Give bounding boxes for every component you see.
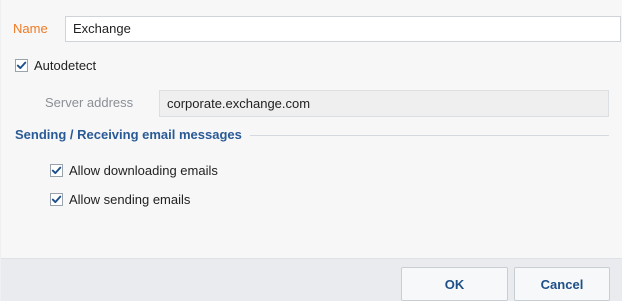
name-label: Name	[13, 21, 48, 36]
allow-downloading-label: Allow downloading emails	[69, 162, 218, 178]
section-title: Sending / Receiving email messages	[15, 126, 242, 142]
name-input[interactable]: Exchange	[65, 16, 621, 42]
server-address-input[interactable]: corporate.exchange.com	[159, 90, 609, 117]
allow-sending-checkbox[interactable]	[50, 192, 63, 206]
allow-downloading-row[interactable]: Allow downloading emails	[50, 160, 218, 180]
cancel-button[interactable]: Cancel	[514, 267, 610, 301]
mailbox-settings-dialog: Name Exchange Autodetect Server address …	[0, 0, 622, 301]
dialog-content: Name Exchange Autodetect Server address …	[1, 0, 622, 258]
allow-sending-label: Allow sending emails	[69, 191, 191, 207]
ok-button[interactable]: OK	[401, 267, 508, 301]
section-header: Sending / Receiving email messages	[15, 124, 609, 144]
dialog-footer: OK Cancel	[1, 258, 622, 301]
checkmark-icon	[51, 195, 62, 203]
autodetect-row[interactable]: Autodetect	[15, 55, 96, 75]
allow-sending-row[interactable]: Allow sending emails	[50, 189, 190, 209]
section-divider	[249, 134, 609, 136]
name-row: Name Exchange	[13, 16, 621, 42]
autodetect-checkbox[interactable]	[15, 58, 28, 72]
allow-downloading-checkbox[interactable]	[50, 163, 63, 177]
autodetect-label: Autodetect	[34, 57, 97, 73]
checkmark-icon	[51, 166, 62, 174]
server-address-label: Server address	[45, 95, 134, 110]
checkmark-icon	[16, 61, 27, 69]
